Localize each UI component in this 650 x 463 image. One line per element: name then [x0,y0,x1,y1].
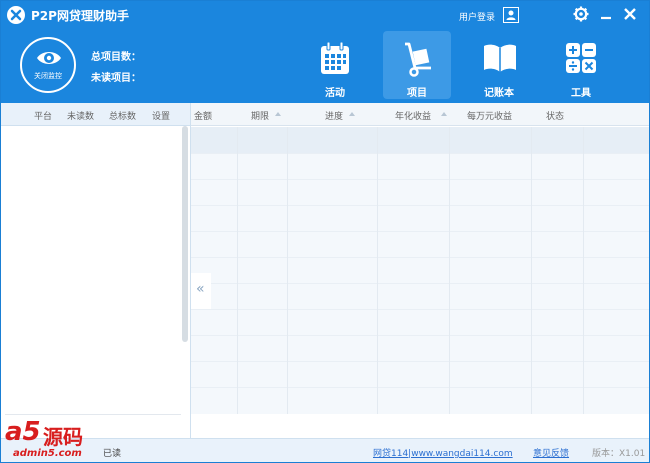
calendar-icon [321,42,349,74]
calculator-icon [566,43,596,73]
column-divider [531,127,532,414]
total-projects-label: 总项目数： [91,52,141,63]
tab-projects[interactable]: 项目 [383,31,451,99]
collapse-panel-button[interactable]: « [191,273,211,309]
tab-tools[interactable]: 工具 [547,31,615,99]
column-header-term[interactable]: 期限 [251,109,269,122]
column-header-platform[interactable]: 平台 [34,109,52,122]
column-header-total[interactable]: 总标数 [109,109,136,122]
watermark-brand-cn: 源码 [43,425,83,449]
row-divider [191,153,649,154]
row-divider [191,179,649,180]
watermark-url: admin5.com [13,448,82,459]
feedback-link[interactable]: 意见反馈 [533,446,569,459]
platform-table-header: 平台 未读数 总标数 设置 [1,103,190,126]
app-title: P2P网贷理财助手 [31,9,129,23]
double-chevron-left-icon: « [196,281,205,297]
tab-activity[interactable]: 活动 [301,31,369,99]
column-divider [237,127,238,414]
tab-ledger-label: 记账本 [484,88,514,99]
hand-truck-icon [405,42,431,77]
tab-tools-label: 工具 [571,88,591,99]
eye-icon [37,52,61,64]
column-divider [287,127,288,414]
column-header-settings[interactable]: 设置 [152,109,170,122]
unread-projects-label: 未读项目： [91,73,141,84]
tab-projects-label: 项目 [407,88,427,99]
user-avatar-icon[interactable] [503,7,519,23]
website-link[interactable]: 网贷114|www.wangdai114.com [373,446,513,459]
project-grid-body: « [191,127,649,414]
column-header-progress[interactable]: 进度 [325,109,343,122]
row-divider [191,231,649,232]
close-icon[interactable] [621,5,639,23]
platform-list-scrollbar[interactable] [182,126,188,342]
watermark-logo: a5 源码 admin5.com [1,415,111,462]
user-login-link[interactable]: 用户登录 [459,10,495,23]
monitor-toggle-button[interactable]: 关闭监控 [20,37,76,93]
column-header-unread[interactable]: 未读数 [67,109,94,122]
row-divider [191,205,649,206]
row-divider [191,257,649,258]
row-divider [191,361,649,362]
column-divider [583,127,584,414]
project-grid-header: 金额 期限 进度 年化收益 每万元收益 状态 [191,103,649,126]
column-divider [377,127,378,414]
row-divider [191,335,649,336]
row-divider [191,283,649,284]
sort-arrow-icon[interactable] [349,112,355,116]
sort-arrow-icon[interactable] [275,112,281,116]
tab-activity-label: 活动 [325,88,345,99]
minimize-icon[interactable] [597,5,615,23]
settings-gear-icon[interactable] [572,5,590,23]
column-header-yield-per-10k[interactable]: 每万元收益 [467,109,512,122]
table-row[interactable] [191,127,649,153]
platform-list-panel: 平台 未读数 总标数 设置 [1,103,191,438]
project-grid-panel: 金额 期限 进度 年化收益 每万元收益 状态 « [191,103,649,438]
book-icon [484,44,516,72]
header-band: 关闭监控 总项目数： 未读项目： 活动 项目 记账本 工具 [1,29,649,103]
title-bar: P2P网贷理财助手 用户登录 [1,1,649,29]
column-header-status[interactable]: 状态 [546,109,564,122]
watermark-brand: a5 [5,417,41,447]
sort-arrow-icon[interactable] [441,112,447,116]
column-divider [449,127,450,414]
row-divider [191,309,649,310]
monitor-label: 关闭监控 [34,72,62,80]
column-header-annual-yield[interactable]: 年化收益 [395,109,431,122]
tab-ledger[interactable]: 记账本 [465,31,533,99]
version-label: 版本：X1.01 [592,449,646,459]
app-window: P2P网贷理财助手 用户登录 关闭监控 总项目数： 未读项目： 活动 项目 记账… [0,0,650,463]
app-logo-icon [7,6,25,24]
row-divider [191,387,649,388]
column-header-amount[interactable]: 金额 [194,109,212,122]
